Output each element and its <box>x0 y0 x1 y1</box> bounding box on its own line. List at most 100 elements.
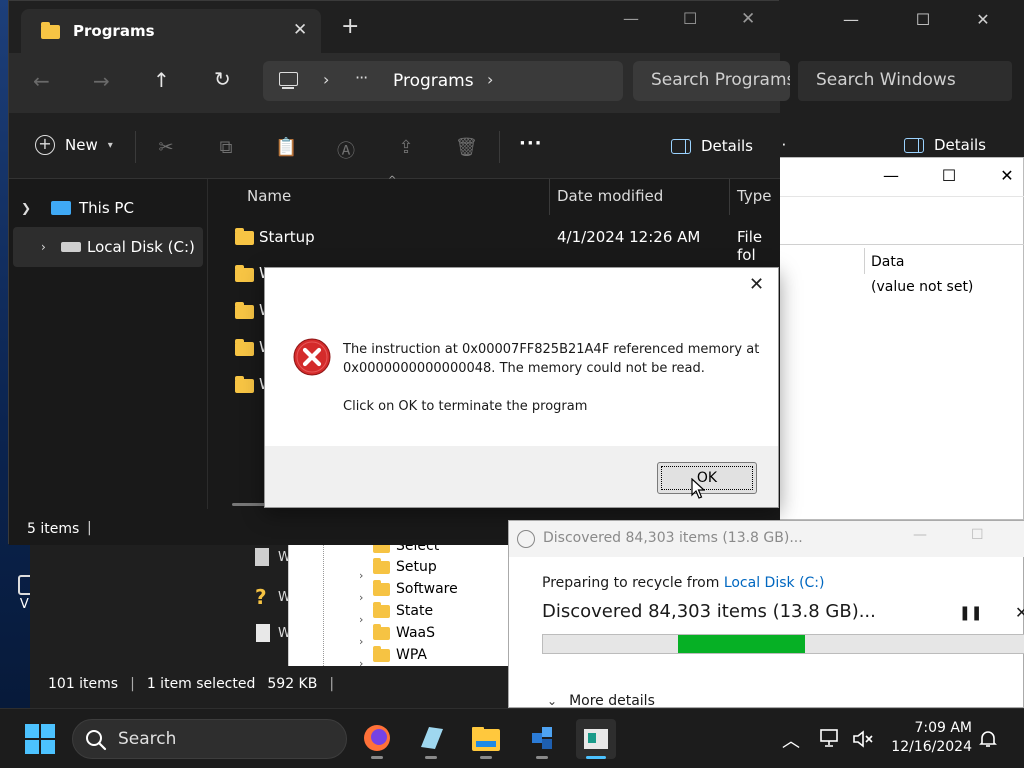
registry-tree: › › › › › Select Setup Software State Wa… <box>288 540 510 666</box>
minimize-button[interactable]: — <box>828 6 874 34</box>
close-button[interactable]: ✕ <box>987 166 1024 188</box>
chevron-right-icon: › <box>487 70 494 89</box>
address-box[interactable]: › ··· Programs › <box>263 61 623 101</box>
progress-title-bar: Discovered 84,303 items (13.8 GB)... — ☐ <box>509 521 1024 557</box>
error-message-line: The instruction at 0x00007FF825B21A4F re… <box>343 342 760 357</box>
column-header-type[interactable]: Type <box>737 187 771 205</box>
firefox-icon[interactable] <box>357 719 397 759</box>
status-items-count: 5 items <box>27 521 80 537</box>
folder-icon <box>235 265 254 282</box>
back-search-input[interactable]: Search Windows <box>798 61 1012 101</box>
column-header-date[interactable]: Date modified <box>557 187 663 205</box>
delete-icon[interactable]: 🗑 <box>455 137 478 159</box>
notification-bell-icon[interactable] <box>978 729 998 749</box>
nav-label: This PC <box>79 199 134 217</box>
volume-muted-icon[interactable] <box>852 729 874 749</box>
more-details-toggle[interactable]: ⌄ More details <box>547 693 655 709</box>
minimize-button[interactable]: — <box>623 9 639 28</box>
recycle-progress-window: Discovered 84,303 items (13.8 GB)... — ☐… <box>508 520 1024 709</box>
details-label: Details <box>701 137 754 155</box>
tree-item-software[interactable]: Software <box>373 578 458 600</box>
close-button[interactable]: ✕ <box>741 9 755 29</box>
table-row[interactable]: Startup 4/1/2024 12:26 AM File fol <box>208 219 781 264</box>
back-details-label: Details <box>934 136 987 154</box>
help-icon: ? <box>255 585 267 609</box>
chevron-right-icon: › <box>323 70 330 89</box>
more-options-button[interactable]: ··· <box>519 133 543 154</box>
new-tab-button[interactable]: + <box>341 16 359 38</box>
error-icon <box>293 338 331 376</box>
row-date: 4/1/2024 12:26 AM <box>557 228 701 246</box>
maximize-button[interactable]: ☐ <box>929 166 969 188</box>
tab-programs[interactable]: Programs ✕ <box>21 9 321 53</box>
cut-icon[interactable]: ✂ <box>155 137 177 159</box>
nav-item-local-disk[interactable]: › Local Disk (C:) <box>13 227 203 267</box>
progress-headline: Discovered 84,303 items (13.8 GB)... <box>542 601 876 622</box>
maximize-button[interactable]: ☐ <box>900 6 946 34</box>
forward-arrow-icon[interactable]: → <box>93 69 110 93</box>
nav-item-this-pc[interactable]: ❯ This PC <box>21 199 134 217</box>
folder-icon <box>373 579 390 596</box>
tree-item-setup[interactable]: Setup <box>373 556 437 578</box>
notepad-icon[interactable] <box>411 719 451 759</box>
cancel-icon[interactable]: ✕ <box>1015 603 1024 622</box>
up-arrow-icon[interactable]: ↑ <box>153 68 170 92</box>
pause-icon[interactable]: ❚❚ <box>959 605 982 621</box>
column-header-data[interactable]: Data <box>871 254 904 270</box>
value-data: (value not set) <box>871 279 974 295</box>
monitor-icon <box>51 201 71 215</box>
row-name: Startup <box>259 228 315 246</box>
maximize-button[interactable]: ☐ <box>971 527 984 543</box>
folder-icon <box>235 376 254 393</box>
paste-icon[interactable]: 📋 <box>275 137 297 159</box>
clock[interactable]: 7:09 AM 12/16/2024 <box>886 719 972 757</box>
taskbar-search[interactable]: Search <box>72 719 347 759</box>
mouse-cursor-icon <box>691 478 705 499</box>
file-icon <box>256 624 270 642</box>
source-link[interactable]: Local Disk (C:) <box>724 575 825 591</box>
dialog-footer: OK <box>265 446 778 507</box>
close-tab-icon[interactable]: ✕ <box>293 20 307 40</box>
new-button[interactable]: + New ▾ <box>35 135 113 155</box>
address-overflow[interactable]: ··· <box>355 68 368 87</box>
maximize-button[interactable]: ☐ <box>683 9 697 28</box>
recycle-progress-app-icon[interactable] <box>576 719 616 759</box>
address-location[interactable]: Programs <box>393 71 474 91</box>
share-icon[interactable]: ⇪ <box>395 137 417 159</box>
command-bar: + New ▾ ✂ ⧉ 📋 Ⓐ ⇪ 🗑 ··· Details <box>9 113 780 179</box>
network-icon[interactable] <box>820 729 842 749</box>
navigation-pane: ❯ This PC › Local Disk (C:) <box>9 179 207 509</box>
minimize-button[interactable]: — <box>871 166 911 188</box>
status-size: 592 KB <box>267 676 318 692</box>
close-icon[interactable]: ✕ <box>749 274 764 295</box>
details-button[interactable]: Details <box>671 137 753 155</box>
search-input[interactable]: Search Programs <box>633 61 790 101</box>
registry-editor-window: — ☐ ✕ Data (value not set) <box>778 157 1024 520</box>
chevron-up-icon[interactable]: ︿ <box>782 727 800 753</box>
back-details-button[interactable]: Details <box>904 136 986 154</box>
error-message: The instruction at 0x00007FF825B21A4F re… <box>343 340 763 416</box>
tree-item-state[interactable]: State <box>373 600 433 622</box>
chevron-down-icon: ⌄ <box>547 694 558 708</box>
file-explorer-icon[interactable] <box>466 719 506 759</box>
error-instruction: Click on OK to terminate the program <box>343 399 588 414</box>
windows-start-icon[interactable] <box>24 723 56 755</box>
back-arrow-icon[interactable]: ← <box>33 69 50 93</box>
tree-item-waas[interactable]: WaaS <box>373 622 435 644</box>
more-details-label: More details <box>569 693 655 709</box>
tree-item-wpa[interactable]: WPA <box>373 644 427 666</box>
copy-icon[interactable]: ⧉ <box>215 137 237 159</box>
column-header-name[interactable]: Name <box>247 187 291 205</box>
tab-title: Programs <box>73 22 155 40</box>
minimize-button[interactable]: — <box>913 527 927 543</box>
close-button[interactable]: ✕ <box>960 6 1006 34</box>
rename-icon[interactable]: Ⓐ <box>335 137 357 162</box>
drive-icon <box>61 242 81 252</box>
refresh-icon[interactable]: ↻ <box>214 67 231 91</box>
status-selected: 1 item selected <box>146 676 256 692</box>
clock-icon <box>517 530 535 548</box>
registry-editor-icon[interactable] <box>522 719 562 759</box>
ok-button[interactable]: OK <box>657 462 757 494</box>
folder-icon <box>373 623 390 640</box>
taskbar: Search ︿ 7:09 AM 12/16/2024 <box>0 708 1024 768</box>
